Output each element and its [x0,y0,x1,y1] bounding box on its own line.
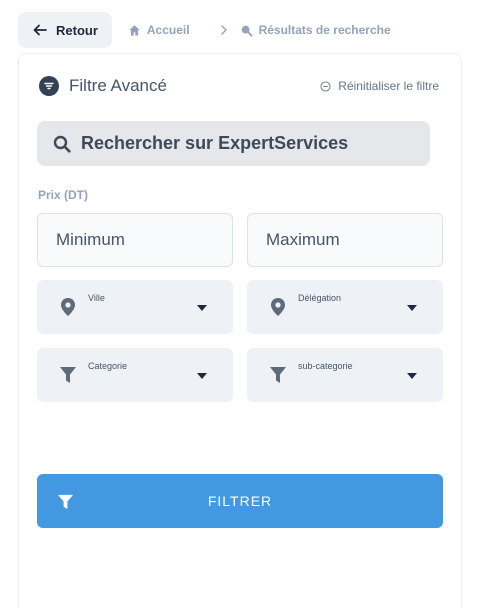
advanced-filter-card: Filtre Avancé Réinitialiser le filtre Re… [18,53,462,608]
caret-down-icon [407,373,417,379]
caret-down-icon [197,373,207,379]
reset-filter-button[interactable]: Réinitialiser le filtre [320,79,439,93]
filter-submit-button[interactable]: FILTRER [37,474,443,528]
map-pin-icon [271,298,285,316]
breadcrumb-home-label: Accueil [146,23,190,37]
price-max-placeholder: Maximum [266,230,340,249]
price-max-input[interactable]: Maximum [247,213,443,267]
caret-down-icon [407,305,417,311]
filter-list-icon [39,76,59,96]
search-input[interactable]: Rechercher sur ExpertServices [37,121,430,166]
price-min-input[interactable]: Minimum [37,213,233,267]
arrow-left-icon [33,24,47,36]
back-button-label: Retour [56,22,98,38]
delegation-select-label: Délégation [298,293,342,303]
city-select-label: Ville [88,293,105,303]
top-navigation: Retour Accueil Résultats de recherche [18,12,391,48]
delegation-select[interactable]: Délégation [247,280,443,334]
filter-header: Filtre Avancé Réinitialiser le filtre [39,74,439,98]
funnel-icon [270,367,286,383]
category-select-label: Categorie [88,361,128,371]
breadcrumb-results-label: Résultats de recherche [258,23,391,37]
chevron-right-icon [220,25,227,35]
category-select[interactable]: Categorie [37,348,233,402]
filter-title-group: Filtre Avancé [39,76,167,96]
map-pin-icon [61,298,75,316]
search-icon [53,135,71,153]
caret-down-icon [197,305,207,311]
subcategory-select-label: sub-categorie [298,361,353,371]
breadcrumb-separator [218,24,230,36]
breadcrumb-results[interactable]: Résultats de recherche [240,23,391,37]
breadcrumb-home[interactable]: Accueil [128,23,190,37]
back-button[interactable]: Retour [18,12,112,48]
funnel-icon [60,367,76,383]
search-icon [241,25,253,37]
city-select[interactable]: Ville [37,280,233,334]
subcategory-select[interactable]: sub-categorie [247,348,443,402]
price-label: Prix (DT) [38,188,89,202]
price-min-placeholder: Minimum [56,230,125,249]
filter-submit-label: FILTRER [207,493,273,509]
reset-filter-label: Réinitialiser le filtre [338,79,439,93]
minus-circle-icon [320,80,331,92]
search-placeholder: Rechercher sur ExpertServices [81,133,349,153]
filter-title: Filtre Avancé [69,76,167,95]
home-icon [129,24,140,36]
